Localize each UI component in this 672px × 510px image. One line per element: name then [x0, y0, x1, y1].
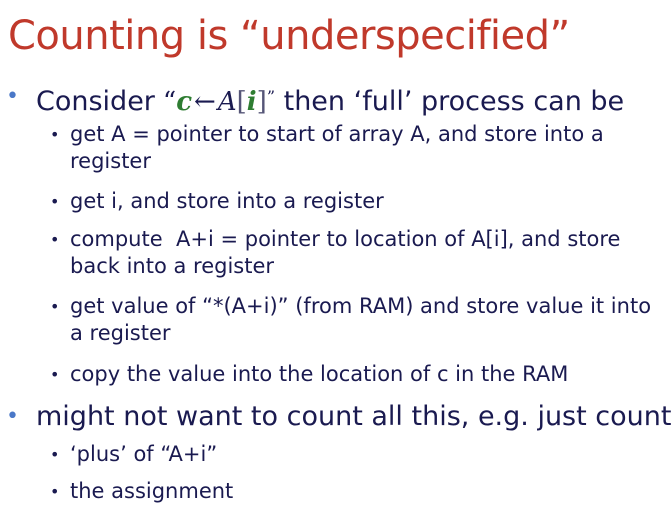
- sub-bullet-text: compute A+i = pointer to location of A[i…: [70, 227, 628, 278]
- slide: Counting is “underspecified” • Consider “…: [0, 0, 672, 510]
- sub-bullet: • get value of “*(A+i)” (from RAM) and s…: [50, 293, 662, 347]
- sub-bullet: • get i, and store into a register: [50, 188, 662, 215]
- sub-bullet-text: ‘plus’ of “A+i”: [70, 442, 218, 466]
- sub-bullet-text: the assignment: [70, 479, 234, 503]
- sub-bullet-marker: •: [50, 297, 60, 316]
- bullet-marker: •: [6, 84, 19, 109]
- sub-bullet-text: get i, and store into a register: [70, 189, 384, 213]
- sub-bullet-text: copy the value into the location of c in…: [70, 362, 569, 386]
- bullet-might-not-count: • might not want to count all this, e.g.…: [6, 400, 671, 434]
- sub-bullet: • get A = pointer to start of array A, a…: [50, 121, 662, 175]
- sub-bullet-marker: •: [50, 482, 60, 501]
- sub-bullet-text: get value of “*(A+i)” (from RAM) and sto…: [70, 294, 652, 345]
- sub-bullet-marker: •: [50, 230, 60, 249]
- sub-bullet-marker: •: [50, 125, 60, 144]
- formula-open-quote: “: [162, 87, 177, 117]
- bullet-consider: • Consider “c←A[i]” then ‘full’ process c…: [6, 80, 624, 119]
- sub-bullet: • copy the value into the location of c …: [50, 361, 662, 388]
- sub-bullet-text: get A = pointer to start of array A, and…: [70, 122, 604, 173]
- sub-bullet-marker: •: [50, 365, 60, 384]
- formula-variable-c: c: [176, 87, 193, 117]
- formula-left-bracket: [: [236, 87, 247, 117]
- formula-c-assign-a-i: “c←A[i]”: [163, 80, 275, 119]
- formula-close-quote: ”: [266, 87, 276, 106]
- sub-bullet: • the assignment: [50, 478, 662, 505]
- sub-bullet: • compute A+i = pointer to location of A…: [50, 226, 662, 280]
- sub-bullet: • ‘plus’ of “A+i”: [50, 441, 662, 468]
- sub-bullet-marker: •: [50, 192, 60, 211]
- bullet-marker: •: [6, 404, 19, 429]
- bullet-text: might not want to count all this, e.g. j…: [36, 401, 672, 432]
- slide-title: Counting is “underspecified”: [8, 13, 570, 59]
- bullet-consider-pre: Consider: [36, 86, 155, 117]
- bullet-text: Consider “c←A[i]” then ‘full’ process can…: [36, 86, 624, 117]
- assign-arrow-icon: ←: [194, 87, 216, 117]
- formula-right-bracket: ]: [256, 87, 267, 117]
- formula-array-a: A: [217, 87, 237, 117]
- sub-bullet-marker: •: [50, 445, 60, 464]
- formula-index-i: i: [246, 87, 257, 117]
- bullet-consider-post: then ‘full’ process can be: [283, 86, 625, 117]
